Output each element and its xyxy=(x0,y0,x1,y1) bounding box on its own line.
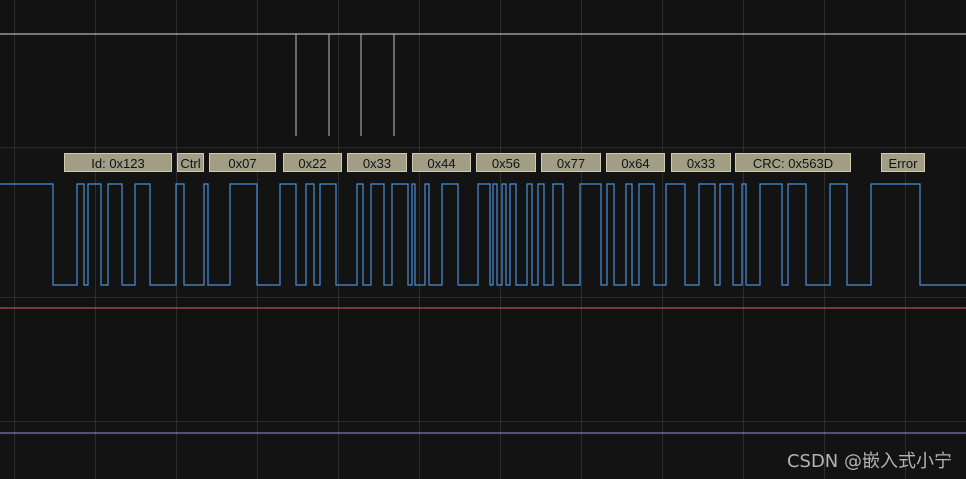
frame-label-data-5[interactable]: 0x56 xyxy=(476,153,536,172)
frame-label-data-3[interactable]: 0x33 xyxy=(347,153,407,172)
waveform-traces xyxy=(0,33,966,434)
frame-label-data-4[interactable]: 0x44 xyxy=(412,153,471,172)
frame-label-id[interactable]: Id: 0x123 xyxy=(64,153,172,172)
frame-label-data-6[interactable]: 0x77 xyxy=(541,153,601,172)
waveform-canvas[interactable]: Id: 0x123 Ctrl 0x07 0x22 0x33 0x44 0x56 … xyxy=(0,0,966,479)
frame-label-data-1[interactable]: 0x07 xyxy=(209,153,276,172)
can-signal-trace xyxy=(0,183,966,286)
frame-label-data-2[interactable]: 0x22 xyxy=(283,153,342,172)
watermark-text: CSDN @嵌入式小宁 xyxy=(786,451,952,472)
frame-label-data-7[interactable]: 0x64 xyxy=(606,153,665,172)
frame-label-error[interactable]: Error xyxy=(881,153,925,172)
frame-label-ctrl[interactable]: Ctrl xyxy=(177,153,204,172)
top-channel-trace xyxy=(0,33,966,136)
frame-label-crc[interactable]: CRC: 0x563D xyxy=(735,153,851,172)
frame-label-data-8[interactable]: 0x33 xyxy=(671,153,731,172)
